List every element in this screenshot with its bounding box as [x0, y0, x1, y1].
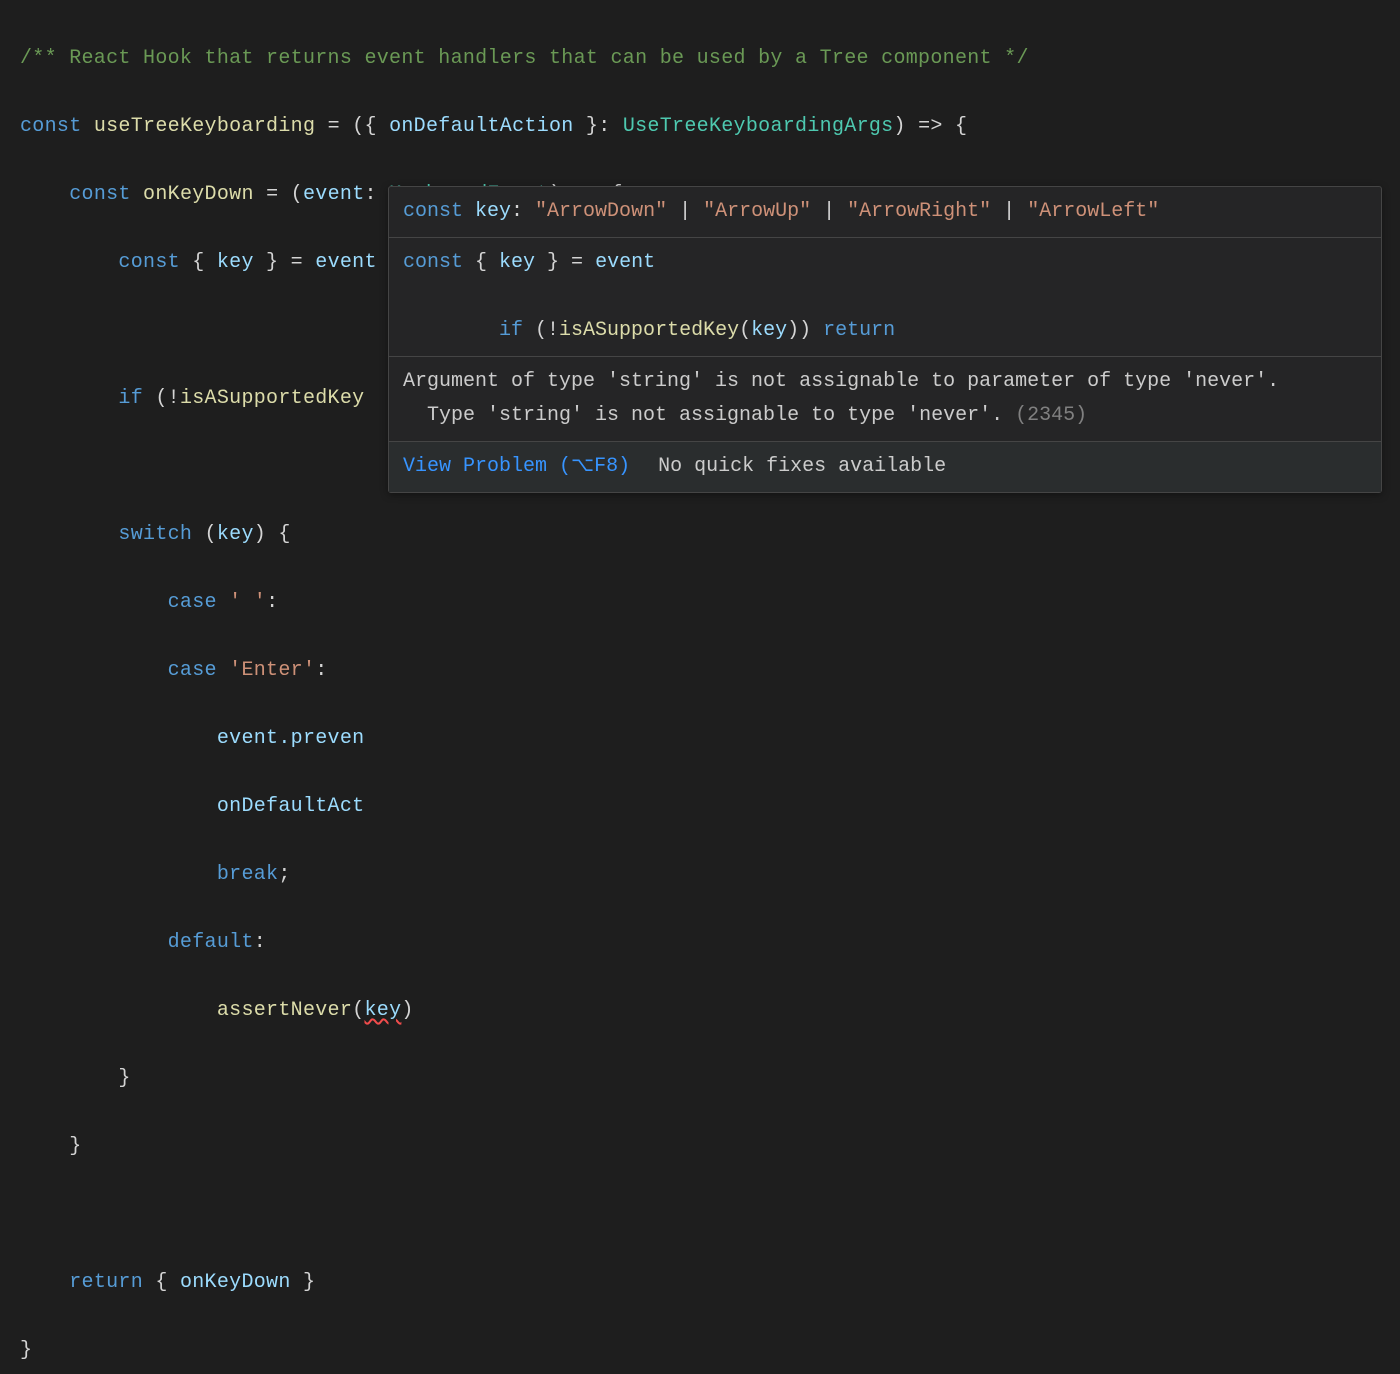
hover-actions-row: View Problem (⌥F8) No quick fixes availa…: [389, 442, 1381, 492]
switch-kw: switch: [118, 523, 192, 546]
case-kw: case: [168, 659, 217, 682]
punct: }: [291, 1271, 316, 1294]
if-kw: if: [118, 387, 143, 410]
doc-comment: /** React Hook that returns event handle…: [20, 47, 1029, 70]
event-ref: event: [315, 251, 377, 274]
punct: } =: [254, 251, 316, 274]
return-kw: return: [69, 1271, 143, 1294]
default-kw: default: [168, 931, 254, 954]
punct: ) => {: [893, 115, 967, 138]
assertNever-call: assertNever: [217, 999, 352, 1022]
const-kw: const: [20, 115, 82, 138]
view-problem-link[interactable]: View Problem (⌥F8): [403, 450, 630, 484]
hover-type-signature: const key: "ArrowDown" | "ArrowUp" | "Ar…: [389, 187, 1381, 238]
colon: :: [365, 183, 390, 206]
semi: ;: [278, 863, 290, 886]
colon: :: [266, 591, 278, 614]
param-onDefaultAction: onDefaultAction: [389, 115, 574, 138]
space-string: ' ': [229, 591, 266, 614]
colon: :: [315, 659, 327, 682]
hover-tooltip[interactable]: const key: "ArrowDown" | "ArrowUp" | "Ar…: [388, 186, 1382, 493]
isASupportedKey-call: isASupportedKey: [180, 387, 365, 410]
punct: ) {: [254, 523, 291, 546]
key-var: key: [217, 251, 254, 274]
hover-code-snippet: const { key } = event if (!isASupportedK…: [389, 238, 1381, 357]
punct: }:: [574, 115, 623, 138]
punct: = ({: [315, 115, 389, 138]
break-kw: break: [217, 863, 279, 886]
param-event: event: [303, 183, 365, 206]
const-kw: const: [69, 183, 131, 206]
punct: {: [143, 1271, 180, 1294]
onDefaultAction-call: onDefaultAct: [217, 795, 365, 818]
punct: (!: [143, 387, 180, 410]
colon: :: [254, 931, 266, 954]
key-ref: key: [217, 523, 254, 546]
args-type: UseTreeKeyboardingArgs: [623, 115, 894, 138]
onKeyDown-ref: onKeyDown: [180, 1271, 291, 1294]
key-error-arg[interactable]: key: [364, 999, 401, 1022]
case-kw: case: [168, 591, 217, 614]
event-preventdefault: event.preven: [217, 727, 365, 750]
no-quick-fix-label: No quick fixes available: [658, 450, 946, 484]
punct: (: [192, 523, 217, 546]
hover-error-message: Argument of type 'string' is not assigna…: [389, 357, 1381, 442]
hook-name: useTreeKeyboarding: [94, 115, 315, 138]
punct: {: [180, 251, 217, 274]
enter-string: 'Enter': [229, 659, 315, 682]
punct: = (: [254, 183, 303, 206]
open-paren: (: [352, 999, 364, 1022]
onKeyDown-name: onKeyDown: [143, 183, 254, 206]
const-kw: const: [118, 251, 180, 274]
close-paren: ): [401, 999, 413, 1022]
